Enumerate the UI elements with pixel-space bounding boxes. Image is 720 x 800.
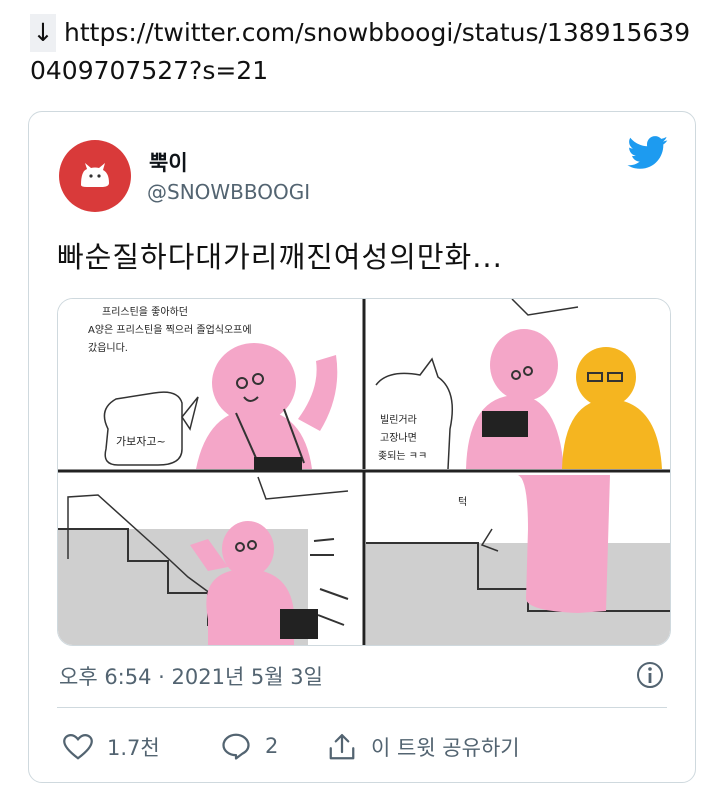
reply-count: 2 (265, 734, 279, 758)
svg-text:프리스틴을 좋아하던: 프리스틴을 좋아하던 (102, 305, 188, 318)
svg-text:가보자고~: 가보자고~ (116, 435, 166, 448)
avatar[interactable] (59, 140, 131, 212)
svg-text:턱: 턱 (458, 496, 467, 508)
svg-text:빌린거라: 빌린거라 (380, 414, 417, 426)
svg-text:고장나면: 고장나면 (380, 432, 417, 444)
display-name[interactable]: 뿍이 (149, 147, 188, 177)
svg-text:좆되는 ㅋㅋ: 좆되는 ㅋㅋ (378, 450, 427, 462)
tweet-card[interactable]: 뿍이 @SNOWBBOOGI 빠순질하다대가리깨진여성의만화... 프리스틴을 … (28, 111, 696, 783)
user-handle[interactable]: @SNOWBBOOGI (147, 180, 310, 204)
share-label: 이 트윗 공유하기 (371, 736, 520, 760)
tweet-link[interactable]: ↓ https://twitter.com/snowbboogi/status/1… (30, 14, 695, 90)
tweet-text: 빠순질하다대가리깨진여성의만화... (57, 240, 503, 274)
tweet-timestamp[interactable]: 오후 6:54 · 2021년 5월 3일 (59, 661, 323, 691)
heart-icon (63, 733, 93, 760)
comic-image[interactable]: 프리스틴을 좋아하던 A양은 프리스틴을 찍으러 졸업식오프에 갔읍니다. 가보… (57, 298, 671, 646)
svg-text:A양은 프리스틴을 찍으러 졸업식오프에: A양은 프리스틴을 찍으러 졸업식오프에 (88, 323, 252, 336)
share-icon (329, 734, 355, 760)
like-button[interactable]: 1.7천 (63, 732, 160, 762)
info-icon[interactable] (635, 660, 665, 694)
like-count: 1.7천 (107, 736, 160, 760)
tweet-url[interactable]: https://twitter.com/snowbboogi/status/13… (30, 18, 690, 85)
reply-button[interactable]: 2 (221, 732, 278, 760)
down-arrow-icon: ↓ (30, 14, 56, 52)
divider (57, 707, 667, 708)
svg-text:갔읍니다.: 갔읍니다. (88, 342, 128, 354)
share-button[interactable]: 이 트윗 공유하기 (327, 732, 520, 762)
reply-bubble-icon (222, 733, 250, 760)
twitter-bird-icon[interactable] (627, 136, 669, 174)
cat-icon (81, 163, 109, 187)
